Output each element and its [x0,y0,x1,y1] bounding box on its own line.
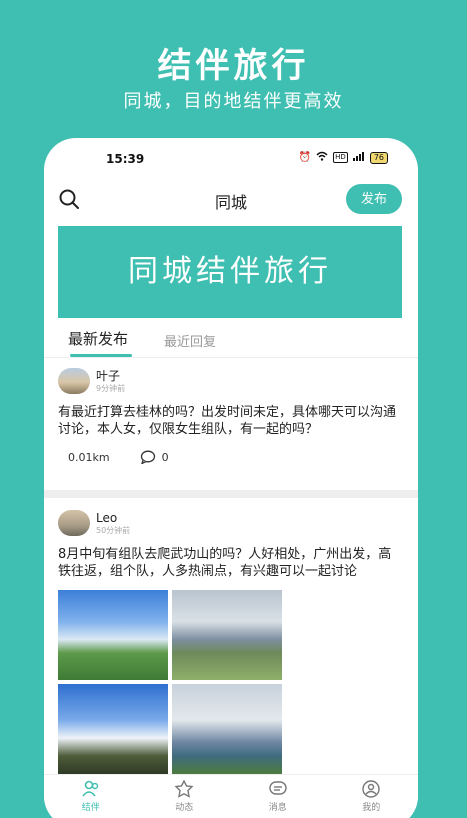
user-icon [362,780,380,798]
post-photo[interactable] [172,684,282,774]
star-face-icon [174,780,194,798]
post-photos [58,590,404,774]
status-time: 15:39 [106,152,145,166]
tab-recent-replies[interactable]: 最近回复 [164,331,216,350]
bottom-tab-bar: 结伴 动态 消息 我的 [44,774,418,818]
battery-indicator: 76 [369,151,388,164]
promo-subtitle: 同城，目的地结伴更高效 [123,91,344,112]
phone-screen: 15:39 ⏰ HD 76 同城 发布 同城结伴旅行 最新发布 最近回复 叶子 … [44,138,418,818]
status-icons: ⏰ HD 76 [299,151,388,164]
bottom-tab-label: 我的 [362,803,381,813]
tab-bar: 最新发布 最近回复 [44,324,418,358]
alarm-icon: ⏰ [298,152,312,163]
post-time: 50分钟前 [96,525,131,535]
author-name: Leo [96,510,118,525]
post-time: 9分钟前 [96,383,126,393]
author-name: 叶子 [96,368,121,383]
comment-count: 0 [161,450,169,464]
bottom-tab-companion[interactable]: 结伴 [44,775,138,818]
post-author: 叶子 9分钟前 [58,366,404,396]
nav-bar: 同城 发布 [44,178,418,222]
avatar[interactable] [58,510,90,536]
tab-latest[interactable]: 最新发布 [68,328,128,349]
post-author: Leo 50分钟前 [58,508,404,538]
post-meta: 0.01km 0 [58,450,404,465]
chat-icon [269,781,287,795]
post-photo[interactable] [172,590,282,680]
bottom-tab-label: 消息 [268,803,287,813]
banner[interactable]: 同城结伴旅行 [58,226,402,318]
post-card[interactable]: 叶子 9分钟前 有最近打算去桂林的吗？出发时间未定，具体哪天可以沟通讨论，本人女… [44,366,418,488]
signal-icon [352,151,365,164]
network-badge: HD [333,152,348,163]
wifi-icon [316,151,328,164]
post-distance: 0.01km [68,450,110,464]
post-divider [44,490,418,498]
post-photo[interactable] [58,590,168,680]
bottom-tab-messages[interactable]: 消息 [231,775,325,818]
avatar[interactable] [58,368,90,394]
bottom-tab-profile[interactable]: 我的 [325,775,419,818]
active-tab-indicator [70,354,132,357]
post-content: 有最近打算去桂林的吗？出发时间未定，具体哪天可以沟通讨论，本人女，仅限女生组队，… [58,405,397,437]
post-photo[interactable] [58,684,168,774]
post-card[interactable]: Leo 50分钟前 8月中旬有组队去爬武功山的吗？人好相处，广州出发，高铁往返，… [44,508,418,774]
status-bar: 15:39 ⏰ HD 76 [44,138,418,178]
publish-button[interactable]: 发布 [346,184,402,214]
comment-icon[interactable] [140,450,156,465]
people-icon [82,780,98,797]
bottom-tab-feed[interactable]: 动态 [138,775,232,818]
post-content: 8月中旬有组队去爬武功山的吗？人好相处，广州出发，高铁往返，组个队，人多热闹点，… [58,547,392,579]
promo-title: 结伴旅行 [157,46,310,86]
bottom-tab-label: 结伴 [81,803,100,813]
bottom-tab-label: 动态 [175,803,194,813]
